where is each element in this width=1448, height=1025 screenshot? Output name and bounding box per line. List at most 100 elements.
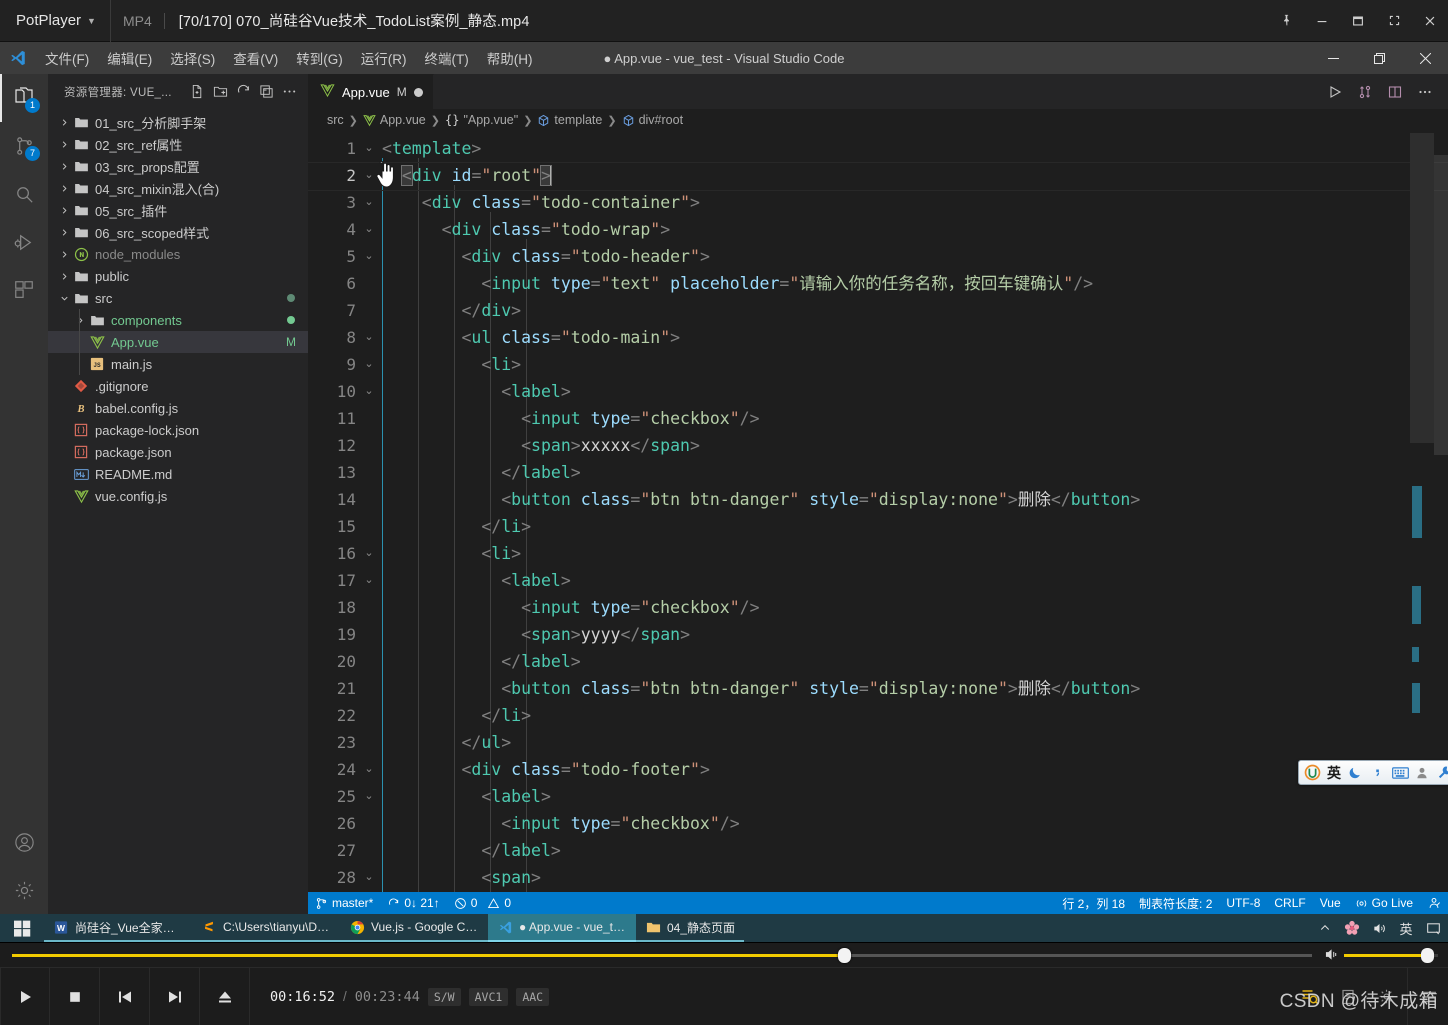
fold-chevron-icon[interactable]: ⌄ xyxy=(362,351,376,378)
menu-item-edit[interactable]: 编辑(E) xyxy=(98,45,161,71)
code-line[interactable]: <ul class="todo-main"> xyxy=(382,324,1448,351)
tree-item-05-src[interactable]: 05_src_插件 xyxy=(48,199,308,221)
restore-icon[interactable] xyxy=(1356,42,1402,74)
tree-item-01-src[interactable]: 01_src_分析脚手架 xyxy=(48,111,308,133)
code-line[interactable]: <button class="btn btn-danger" style="di… xyxy=(382,675,1448,702)
next-button[interactable] xyxy=(150,967,200,1025)
tree-item-main-js[interactable]: JS main.js xyxy=(48,353,308,375)
fold-chevron-icon[interactable]: ⌄ xyxy=(362,135,376,162)
breadcrumb-item-4[interactable]: template xyxy=(537,113,602,127)
menu-item-terminal[interactable]: 终端(T) xyxy=(416,45,478,71)
ime-language-icon[interactable]: 英 xyxy=(1393,914,1419,942)
windows-start-icon[interactable] xyxy=(0,914,44,942)
play-button[interactable] xyxy=(0,967,50,1025)
code-line[interactable]: <label> xyxy=(382,783,1448,810)
show-hidden-icons-icon[interactable] xyxy=(1312,914,1338,942)
stop-button[interactable] xyxy=(50,967,100,1025)
close-icon[interactable] xyxy=(1402,42,1448,74)
tree-item-readme-md[interactable]: README.md xyxy=(48,463,308,485)
seek-knob[interactable] xyxy=(838,948,851,963)
code-line[interactable]: <input type="checkbox"/> xyxy=(382,594,1448,621)
breadcrumb-item-2[interactable]: App.vue xyxy=(363,113,426,127)
minimap-slider[interactable] xyxy=(1410,133,1434,443)
more-actions-icon[interactable] xyxy=(278,81,300,103)
tree-item-03-src-props[interactable]: 03_src_props配置 xyxy=(48,155,308,177)
eject-button[interactable] xyxy=(200,967,250,1025)
tree-item-app-vue[interactable]: App.vue M xyxy=(48,331,308,353)
status-cursor-position[interactable]: 行 2，列 18 xyxy=(1055,892,1132,914)
feedback-icon[interactable] xyxy=(1420,892,1448,914)
status-problems[interactable]: 0 0 xyxy=(447,892,518,914)
editor-scrollbar-thumb[interactable] xyxy=(1434,155,1448,455)
taskbar-item-1[interactable]: W 尚硅谷_Vue全家桶.d... xyxy=(44,914,192,942)
split-editor-icon[interactable] xyxy=(1382,79,1408,105)
minimize-icon[interactable] xyxy=(1304,0,1340,42)
soft-keyboard-icon[interactable] xyxy=(1390,762,1410,783)
fold-chevron-icon[interactable]: ⌄ xyxy=(362,243,376,270)
code-line[interactable]: <span>yyyy</span> xyxy=(382,621,1448,648)
fold-chevron-icon[interactable]: ⌄ xyxy=(362,540,376,567)
breadcrumb-item-3[interactable]: {} "App.vue" xyxy=(445,113,518,127)
tree-item-components[interactable]: components xyxy=(48,309,308,331)
taskbar-item-3[interactable]: Vue.js - Google Chr... xyxy=(340,914,488,942)
fold-chevron-icon[interactable]: ⌄ xyxy=(362,864,376,891)
tree-item-gitignore[interactable]: .gitignore xyxy=(48,375,308,397)
code-line[interactable]: </li> xyxy=(382,513,1448,540)
moon-icon[interactable] xyxy=(1346,762,1366,783)
fold-chevron-icon[interactable]: ⌄ xyxy=(362,216,376,243)
breadcrumb-item-1[interactable]: src xyxy=(327,113,344,127)
user-icon[interactable] xyxy=(1412,762,1432,783)
tree-item-02-src-ref[interactable]: 02_src_ref属性 xyxy=(48,133,308,155)
editor-tab-app-vue[interactable]: App.vue M xyxy=(308,74,434,109)
collapse-all-icon[interactable] xyxy=(255,81,277,103)
punctuation-icon[interactable] xyxy=(1368,762,1388,783)
breadcrumb-item-5[interactable]: div#root xyxy=(622,113,683,127)
notifications-icon[interactable] xyxy=(1420,914,1446,942)
taskbar-item-2[interactable]: C:\Users\tianyu\Des... xyxy=(192,914,340,942)
activity-item-run-and-debug[interactable] xyxy=(0,218,48,266)
status-branch[interactable]: master* xyxy=(308,892,380,914)
fold-chevron-icon[interactable]: ⌄ xyxy=(362,567,376,594)
activity-item-extensions[interactable] xyxy=(0,266,48,314)
potplayer-brand-menu[interactable]: PotPlayer ▼ xyxy=(0,0,110,41)
dirty-indicator-icon[interactable] xyxy=(413,87,423,97)
flower-icon[interactable] xyxy=(1339,914,1365,942)
split-toggle-icon[interactable] xyxy=(1352,79,1378,105)
menu-item-go[interactable]: 转到(G) xyxy=(287,45,352,71)
maximize-icon[interactable] xyxy=(1340,0,1376,42)
code-line[interactable]: <div class="todo-wrap"> xyxy=(382,216,1448,243)
more-actions-icon[interactable] xyxy=(1412,79,1438,105)
taskbar-item-5[interactable]: 04_静态页面 xyxy=(636,914,745,942)
activity-item-explorer[interactable]: 1 xyxy=(0,74,48,122)
code-line[interactable]: <button class="btn btn-danger" style="di… xyxy=(382,486,1448,513)
gear-icon[interactable] xyxy=(0,866,48,914)
fold-chevron-icon[interactable]: ⌄ xyxy=(362,324,376,351)
code-line[interactable]: <div class="todo-header"> xyxy=(382,243,1448,270)
code-line[interactable]: </label> xyxy=(382,648,1448,675)
tree-item-vue-config-js[interactable]: vue.config.js xyxy=(48,485,308,507)
status-language-mode[interactable]: Vue xyxy=(1313,892,1348,914)
tree-item-public[interactable]: public xyxy=(48,265,308,287)
code-line[interactable]: </ul> xyxy=(382,729,1448,756)
pin-icon[interactable] xyxy=(1268,0,1304,42)
code-line[interactable]: <input type="text" placeholder="请输入你的任务名… xyxy=(382,270,1448,297)
new-file-icon[interactable] xyxy=(186,81,208,103)
code-line[interactable]: <span> xyxy=(382,864,1448,891)
code-line[interactable]: </li> xyxy=(382,702,1448,729)
fold-chevron-icon[interactable]: ⌄ xyxy=(362,756,376,783)
activity-item-source-control[interactable]: 7 xyxy=(0,122,48,170)
minimize-icon[interactable] xyxy=(1310,42,1356,74)
menu-item-file[interactable]: 文件(F) xyxy=(36,45,98,71)
sogou-logo-icon[interactable] xyxy=(1302,762,1322,783)
menu-item-selection[interactable]: 选择(S) xyxy=(161,45,224,71)
fullscreen-icon[interactable] xyxy=(1376,0,1412,42)
code-line[interactable]: <div class="todo-container"> xyxy=(382,189,1448,216)
code-line[interactable]: </div> xyxy=(382,297,1448,324)
status-encoding[interactable]: UTF-8 xyxy=(1219,892,1267,914)
taskbar-item-4[interactable]: ● App.vue - vue_tes... xyxy=(488,914,636,942)
run-icon[interactable] xyxy=(1322,79,1348,105)
tree-item-package-json[interactable]: package.json xyxy=(48,441,308,463)
code-line[interactable]: </label> xyxy=(382,459,1448,486)
code-line[interactable]: <input type="checkbox"/> xyxy=(382,405,1448,432)
tree-item-node-modules[interactable]: node_modules xyxy=(48,243,308,265)
